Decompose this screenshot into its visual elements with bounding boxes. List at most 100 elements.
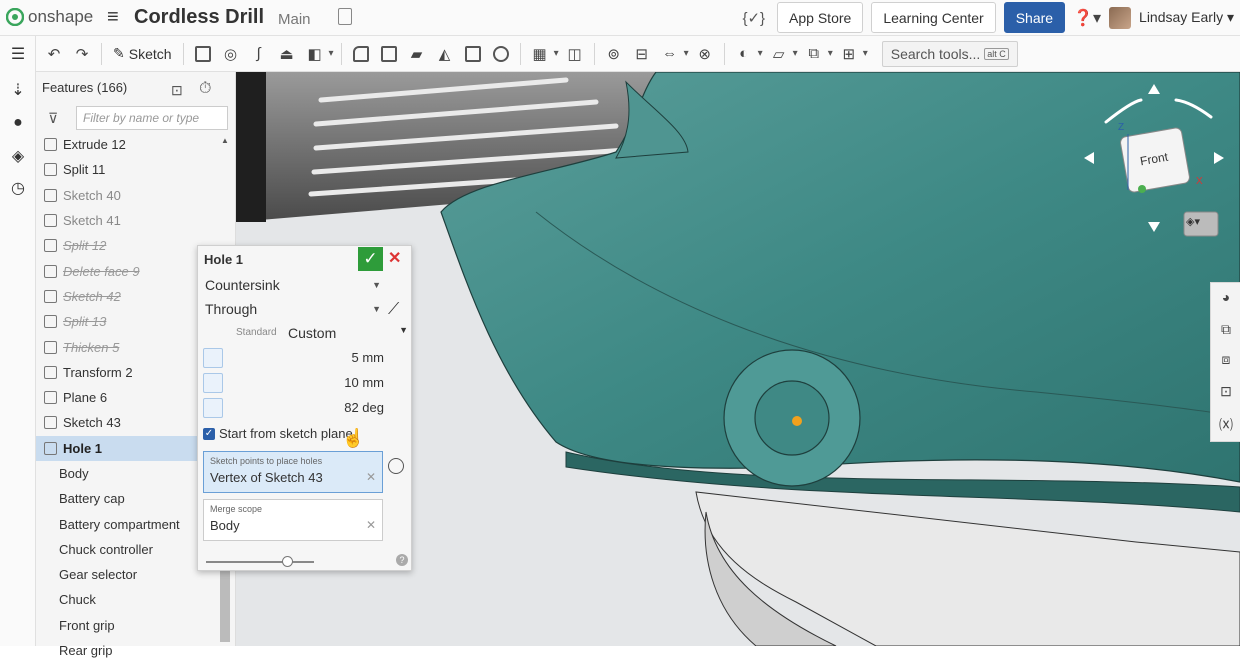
extrude-icon[interactable] (191, 42, 215, 66)
app-store-button[interactable]: App Store (777, 2, 864, 33)
split-icon[interactable]: ⊟ (630, 42, 654, 66)
clear-selection-icon[interactable]: ✕ (366, 518, 376, 533)
add-folder-icon[interactable]: ⊡ (171, 82, 183, 99)
shell-icon[interactable] (461, 42, 485, 66)
feature-list-item[interactable]: Extrude 12 (36, 132, 218, 157)
help-icon[interactable]: ? (396, 554, 408, 566)
mass-properties-icon[interactable]: ⧈ (1216, 351, 1236, 371)
history-icon[interactable]: ◷ (9, 178, 27, 197)
feature-list-item[interactable]: Transform 2 (36, 360, 218, 385)
appearance-icon[interactable]: ◕ (1216, 289, 1236, 309)
clock-icon[interactable] (388, 458, 404, 474)
chevron-down-icon[interactable]: ▾ (828, 48, 833, 59)
help-icon[interactable]: ❓▾ (1073, 8, 1101, 28)
surface-icon[interactable]: ⧉ (802, 42, 826, 66)
feature-list-item[interactable]: Thicken 5 (36, 334, 218, 359)
feature-list-item[interactable]: Sketch 41 (36, 208, 218, 233)
fillet-icon[interactable] (349, 42, 373, 66)
plane-icon[interactable]: ▱ (767, 42, 791, 66)
feature-list-item[interactable]: Split 11 (36, 157, 218, 182)
feature-list-part-item[interactable]: Battery compartment (36, 511, 218, 536)
chevron-down-icon[interactable]: ▾ (793, 48, 798, 59)
delete-part-icon[interactable]: ⊗ (693, 42, 717, 66)
countersink-diameter-field[interactable]: 10 mm (198, 371, 388, 395)
modify-face-icon[interactable]: ◐ (732, 42, 756, 66)
chevron-down-icon[interactable]: ▾ (863, 48, 868, 59)
sweep-icon[interactable]: ∫ (247, 42, 271, 66)
feature-list-part-item[interactable]: Battery cap (36, 486, 218, 511)
share-button[interactable]: Share (1003, 2, 1066, 33)
hole-style-select[interactable]: Countersink ▼ (203, 274, 383, 296)
avatar[interactable] (1109, 6, 1132, 29)
sketch-points-selection[interactable]: Sketch points to place holes Vertex of S… (203, 451, 383, 493)
rib-icon[interactable]: ◭ (433, 42, 457, 66)
slider-knob[interactable] (282, 556, 293, 567)
measure-icon[interactable]: ⊡ (1216, 383, 1236, 403)
feature-list-icon[interactable]: ☰ (9, 44, 27, 63)
countersink-angle-field[interactable]: 82 deg (198, 396, 388, 420)
branch-label[interactable]: Main (278, 11, 311, 28)
hole-icon[interactable] (489, 42, 513, 66)
featurescript-icon[interactable]: {✓} (742, 9, 765, 27)
chevron-down-icon[interactable]: ▾ (554, 48, 559, 59)
redo-icon[interactable]: ↷ (70, 42, 94, 66)
sketch-button[interactable]: ✎ Sketch (109, 45, 176, 62)
draft-icon[interactable]: ▰ (405, 42, 429, 66)
scroll-up-icon[interactable]: ▲ (221, 136, 229, 145)
chevron-down-icon[interactable]: ▾ (329, 48, 334, 59)
search-tools-input[interactable]: Search tools... alt C (881, 40, 1018, 67)
feature-list-item[interactable]: Sketch 42 (36, 284, 218, 309)
rollback-timer-icon[interactable]: ⏱ (199, 80, 211, 98)
transform-icon[interactable]: ⇔ (658, 42, 682, 66)
feature-list-item[interactable]: Sketch 40 (36, 183, 218, 208)
cancel-x-button[interactable]: ✕ (388, 248, 401, 268)
version-graph-icon[interactable] (338, 8, 352, 25)
feature-list-item[interactable]: Plane 6 (36, 385, 218, 410)
chevron-down-icon[interactable]: ▾ (758, 48, 763, 59)
hole-diameter-field[interactable]: 5 mm (198, 346, 388, 370)
feature-list-part-item[interactable]: Chuck (36, 587, 218, 612)
user-name[interactable]: Lindsay Early ▾ (1139, 9, 1234, 26)
feature-list-item[interactable]: Split 13 (36, 309, 218, 334)
pattern-icon[interactable]: ▦ (528, 42, 552, 66)
feature-list-item[interactable]: Hole 1 (36, 435, 218, 461)
parts-icon[interactable]: ◈ (9, 146, 27, 165)
feature-list-part-item[interactable]: Rear grip (36, 638, 218, 663)
chevron-down-icon[interactable]: ▾ (684, 48, 689, 59)
flip-direction-icon[interactable]: ⟋ (388, 301, 399, 319)
onshape-logo[interactable]: onshape (6, 7, 93, 27)
feature-list-item[interactable]: Sketch 43 (36, 410, 218, 435)
standard-select[interactable]: Custom ▼ (288, 325, 408, 341)
feature-list-part-item[interactable]: Chuck controller (36, 537, 218, 562)
thicken-icon[interactable]: ◧ (303, 42, 327, 66)
feature-list-part-item[interactable]: Body (36, 461, 218, 486)
boolean-icon[interactable]: ⊚ (602, 42, 626, 66)
learning-center-button[interactable]: Learning Center (871, 2, 996, 33)
loft-icon[interactable]: ⏏ (275, 42, 299, 66)
clear-selection-icon[interactable]: ✕ (366, 470, 376, 485)
menu-icon[interactable]: ≡ (107, 6, 119, 29)
view-options-icon[interactable]: ◈▾ (1186, 215, 1200, 228)
document-title[interactable]: Cordless Drill (134, 6, 264, 29)
insert-icon[interactable]: ⇣ (9, 80, 27, 99)
revolve-icon[interactable]: ◎ (219, 42, 243, 66)
mirror-icon[interactable]: ◫ (563, 42, 587, 66)
confirm-check-button[interactable]: ✓ (358, 247, 383, 271)
undo-icon[interactable]: ↶ (42, 42, 66, 66)
add-tool-icon[interactable]: ⊞ (837, 42, 861, 66)
comment-icon[interactable]: ● (9, 114, 27, 132)
feature-list-item[interactable]: Split 12 (36, 233, 218, 258)
variable-table-icon[interactable]: ⒳ (1216, 415, 1236, 435)
feature-list-part-item[interactable]: Gear selector (36, 562, 218, 587)
filter-icon[interactable]: ⊽ (48, 110, 58, 127)
rollback-slider[interactable] (206, 556, 314, 567)
feature-filter-input[interactable]: Filter by name or type (76, 106, 228, 130)
merge-scope-selection[interactable]: Merge scope Body ✕ (203, 499, 383, 541)
section-view-icon[interactable]: ⧉ (1216, 321, 1236, 341)
feature-list-part-item[interactable]: Front grip (36, 613, 218, 638)
chamfer-icon[interactable] (377, 42, 401, 66)
feature-list-item-label: Gear selector (59, 567, 138, 583)
termination-select[interactable]: Through ▼ (203, 298, 383, 320)
feature-list-item[interactable]: Delete face 9 (36, 258, 218, 283)
start-from-sketch-plane-checkbox[interactable]: ✓ Start from sketch plane (203, 426, 353, 441)
